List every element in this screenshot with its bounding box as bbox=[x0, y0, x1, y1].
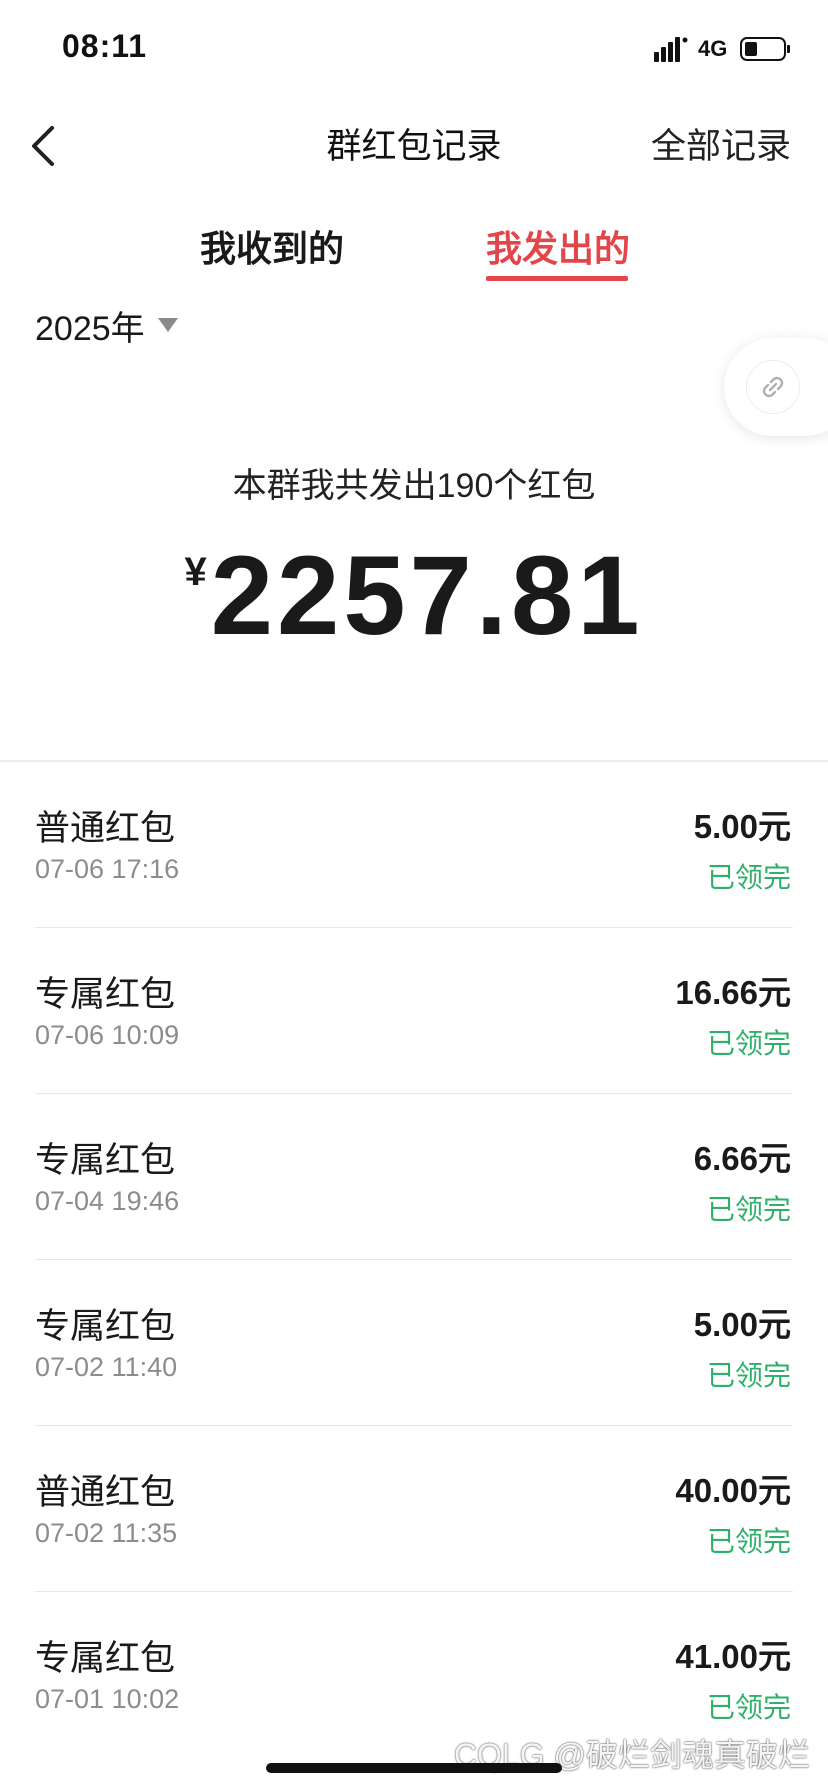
battery-icon bbox=[740, 37, 790, 61]
nav-bar: 群红包记录 全部记录 bbox=[0, 100, 828, 190]
record-status: 已领完 bbox=[706, 1692, 791, 1723]
network-label: 4G bbox=[698, 36, 728, 61]
status-time: 08:11 bbox=[62, 28, 148, 64]
tab-sent[interactable]: 我发出的 bbox=[486, 220, 630, 272]
record-type: 专属红包 bbox=[35, 1639, 176, 1678]
chevron-left-icon[interactable] bbox=[22, 116, 66, 176]
tab-bar: 我收到的 我发出的 bbox=[0, 210, 828, 290]
currency-symbol: ¥ bbox=[184, 550, 207, 594]
record-row[interactable]: 普通红包 07-06 17:16 5.00元 已领完 bbox=[0, 762, 828, 928]
record-type: 专属红包 bbox=[35, 975, 176, 1014]
record-status: 已领完 bbox=[706, 1526, 791, 1557]
record-status: 已领完 bbox=[706, 1194, 791, 1225]
record-status: 已领完 bbox=[706, 862, 791, 893]
link-icon-wrapper bbox=[746, 360, 800, 414]
record-time: 07-02 11:35 bbox=[35, 1518, 178, 1548]
share-link-button[interactable] bbox=[724, 338, 828, 436]
year-selector[interactable]: 2025年 bbox=[35, 300, 179, 350]
record-time: 07-06 10:09 bbox=[35, 1020, 180, 1050]
record-time: 07-02 11:40 bbox=[35, 1352, 178, 1382]
record-amount: 16.66元 bbox=[675, 974, 791, 1011]
home-indicator bbox=[266, 1763, 562, 1773]
record-row[interactable]: 专属红包 07-04 19:46 6.66元 已领完 bbox=[0, 1094, 828, 1260]
status-bar: 08:11 4G bbox=[0, 0, 828, 100]
record-type: 专属红包 bbox=[35, 1141, 176, 1180]
record-time: 07-06 17:16 bbox=[35, 854, 180, 884]
record-list: 普通红包 07-06 17:16 5.00元 已领完 专属红包 07-06 10… bbox=[0, 762, 828, 1758]
caret-down-icon bbox=[157, 318, 178, 332]
record-status: 已领完 bbox=[706, 1028, 791, 1059]
tab-received[interactable]: 我收到的 bbox=[200, 220, 344, 272]
record-type: 专属红包 bbox=[35, 1307, 176, 1346]
all-records-button[interactable]: 全部记录 bbox=[651, 118, 791, 169]
total-amount: 2257.81 bbox=[210, 533, 644, 658]
record-time: 07-01 10:02 bbox=[35, 1684, 180, 1714]
record-row[interactable]: 普通红包 07-02 11:35 40.00元 已领完 bbox=[0, 1426, 828, 1592]
record-amount: 5.00元 bbox=[693, 1306, 791, 1343]
record-row[interactable]: 专属红包 07-02 11:40 5.00元 已领完 bbox=[0, 1260, 828, 1426]
record-amount: 41.00元 bbox=[675, 1638, 791, 1675]
record-row[interactable]: 专属红包 07-06 10:09 16.66元 已领完 bbox=[0, 928, 828, 1094]
record-type: 普通红包 bbox=[35, 809, 176, 848]
record-amount: 5.00元 bbox=[693, 808, 791, 845]
summary-text: 本群我共发出190个红包 bbox=[232, 467, 596, 505]
link-icon bbox=[762, 376, 784, 398]
active-tab-indicator bbox=[486, 276, 628, 281]
record-time: 07-04 19:46 bbox=[35, 1186, 180, 1216]
signal-icon bbox=[654, 37, 688, 62]
record-amount: 40.00元 bbox=[675, 1472, 791, 1509]
year-label: 2025年 bbox=[35, 309, 145, 348]
summary-amount: ¥2257.81 bbox=[0, 540, 828, 652]
record-type: 普通红包 bbox=[35, 1473, 176, 1512]
record-status: 已领完 bbox=[706, 1360, 791, 1391]
record-amount: 6.66元 bbox=[693, 1140, 791, 1177]
